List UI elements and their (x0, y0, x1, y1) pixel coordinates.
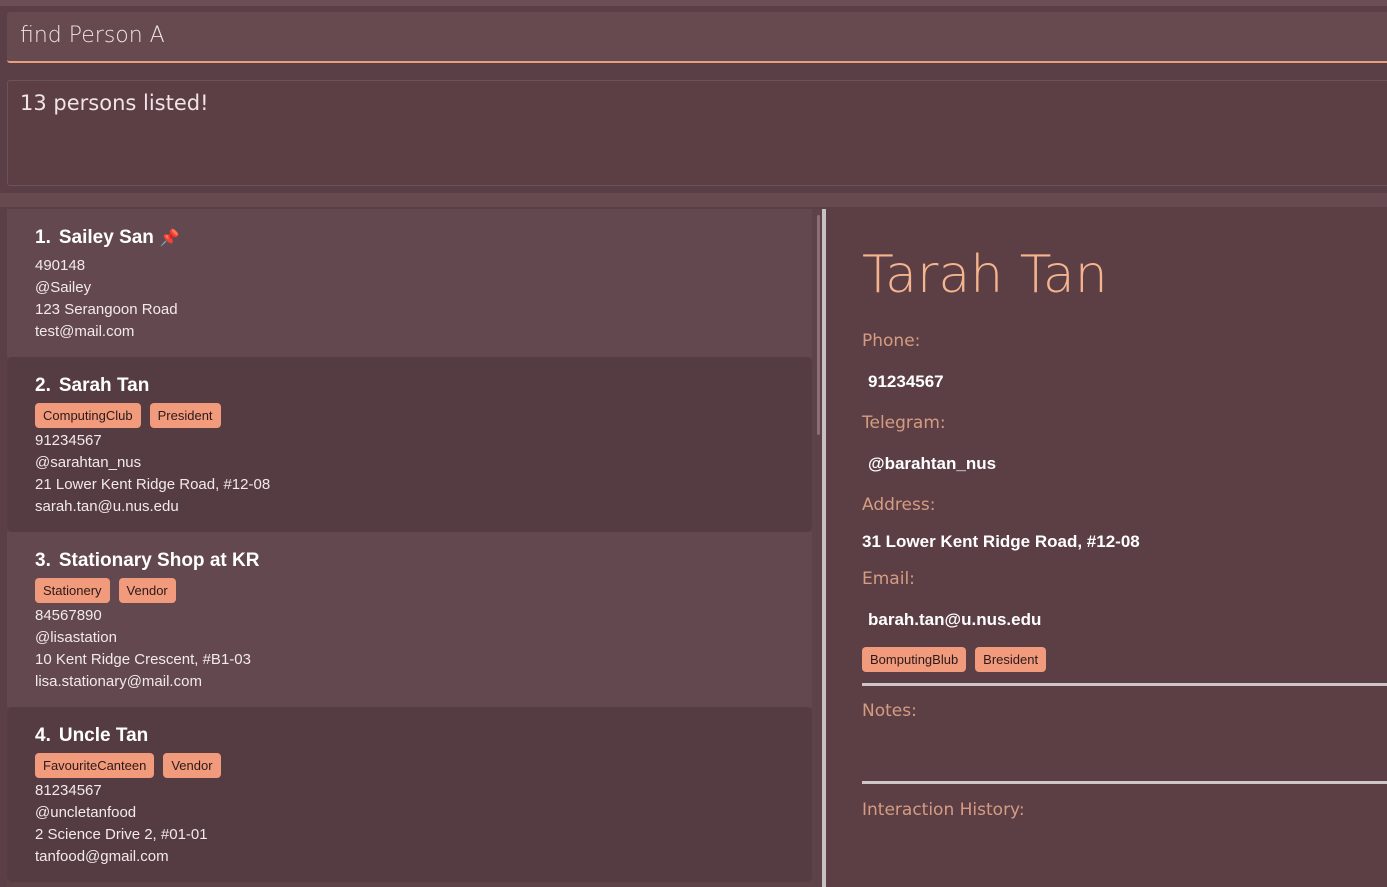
detail-notes-label: Notes: (862, 701, 917, 721)
person-name: Sarah Tan (58, 375, 150, 396)
tag: President (149, 403, 221, 428)
person-phone: 91234567 (35, 432, 102, 449)
detail-email-label: Email: (862, 569, 915, 589)
person-phone: 81234567 (35, 782, 102, 799)
divider-band (0, 193, 1387, 207)
result-display: 13 persons listed! (7, 80, 1387, 186)
top-strip (0, 0, 1387, 6)
detail-history-label: Interaction History: (862, 800, 1025, 820)
tag: Bresident (975, 647, 1047, 672)
detail-divider (862, 683, 1387, 686)
person-tags: ComputingClub President (35, 403, 812, 428)
person-list[interactable]: 1. Sailey San 📌 490148 @Sailey 123 Seran… (7, 209, 815, 887)
tag: Vendor (118, 578, 176, 603)
result-text: 13 persons listed! (20, 91, 209, 115)
person-address: 21 Lower Kent Ridge Road, #12-08 (35, 476, 271, 493)
detail-phone: 91234567 (868, 372, 944, 391)
person-index: 3. (35, 550, 51, 571)
tag: BomputingBlub (862, 647, 967, 672)
panel-splitter[interactable] (822, 209, 826, 887)
person-index: 1. (35, 227, 51, 248)
person-address: 2 Science Drive 2, #01-01 (35, 826, 208, 843)
detail-email: barah.tan@u.nus.edu (868, 610, 1042, 629)
person-email: sarah.tan@u.nus.edu (35, 498, 179, 515)
detail-divider (862, 781, 1387, 784)
person-card[interactable]: 3. Stationary Shop at KR Stationery Vend… (7, 532, 812, 707)
detail-address: 31 Lower Kent Ridge Road, #12-08 (862, 532, 1140, 551)
tag: Stationery (35, 578, 110, 603)
person-email: tanfood@gmail.com (35, 848, 169, 865)
person-name-row: 4. Uncle Tan (35, 725, 812, 747)
person-telegram: @uncletanfood (35, 804, 137, 821)
detail-telegram-label: Telegram: (862, 413, 946, 433)
person-name: Stationary Shop at KR (58, 550, 260, 571)
detail-phone-label: Phone: (862, 331, 921, 351)
person-tags: FavouriteCanteen Vendor (35, 753, 812, 778)
detail-name: Tarah Tan (862, 245, 1108, 305)
person-detail-panel: Tarah Tan Phone: 91234567 Telegram: @bar… (827, 209, 1387, 887)
person-name-row: 3. Stationary Shop at KR (35, 550, 812, 572)
person-address: 123 Serangoon Road (35, 301, 178, 318)
person-email: test@mail.com (35, 323, 135, 340)
person-tags: Stationery Vendor (35, 578, 812, 603)
person-email: lisa.stationary@mail.com (35, 673, 202, 690)
person-phone: 84567890 (35, 607, 102, 624)
person-telegram: @sarahtan_nus (35, 454, 142, 471)
person-name: Sailey San (58, 227, 154, 248)
person-telegram: @lisastation (35, 629, 117, 646)
scroll-thumb[interactable] (817, 215, 820, 435)
detail-address-label: Address: (862, 495, 936, 515)
command-input-text: find Person A (20, 23, 165, 48)
person-card[interactable]: 4. Uncle Tan FavouriteCanteen Vendor 812… (7, 707, 812, 882)
tag: ComputingClub (35, 403, 141, 428)
person-name-row: 1. Sailey San 📌 (35, 227, 812, 249)
person-index: 4. (35, 725, 51, 746)
person-card[interactable]: 1. Sailey San 📌 490148 @Sailey 123 Seran… (7, 209, 812, 357)
tag: Vendor (163, 753, 221, 778)
person-name: Uncle Tan (58, 725, 149, 746)
person-address: 10 Kent Ridge Crescent, #B1-03 (35, 651, 251, 668)
person-card[interactable]: 2. Sarah Tan ComputingClub President 912… (7, 357, 812, 532)
command-input[interactable]: find Person A (7, 12, 1387, 63)
person-telegram: @Sailey (35, 279, 92, 296)
detail-telegram: @barahtan_nus (868, 454, 997, 473)
tag: FavouriteCanteen (35, 753, 155, 778)
person-phone: 490148 (35, 257, 86, 274)
detail-tags: BomputingBlub Bresident (862, 647, 1047, 672)
pin-icon: 📌 (159, 230, 180, 247)
person-name-row: 2. Sarah Tan (35, 375, 812, 397)
person-index: 2. (35, 375, 51, 396)
